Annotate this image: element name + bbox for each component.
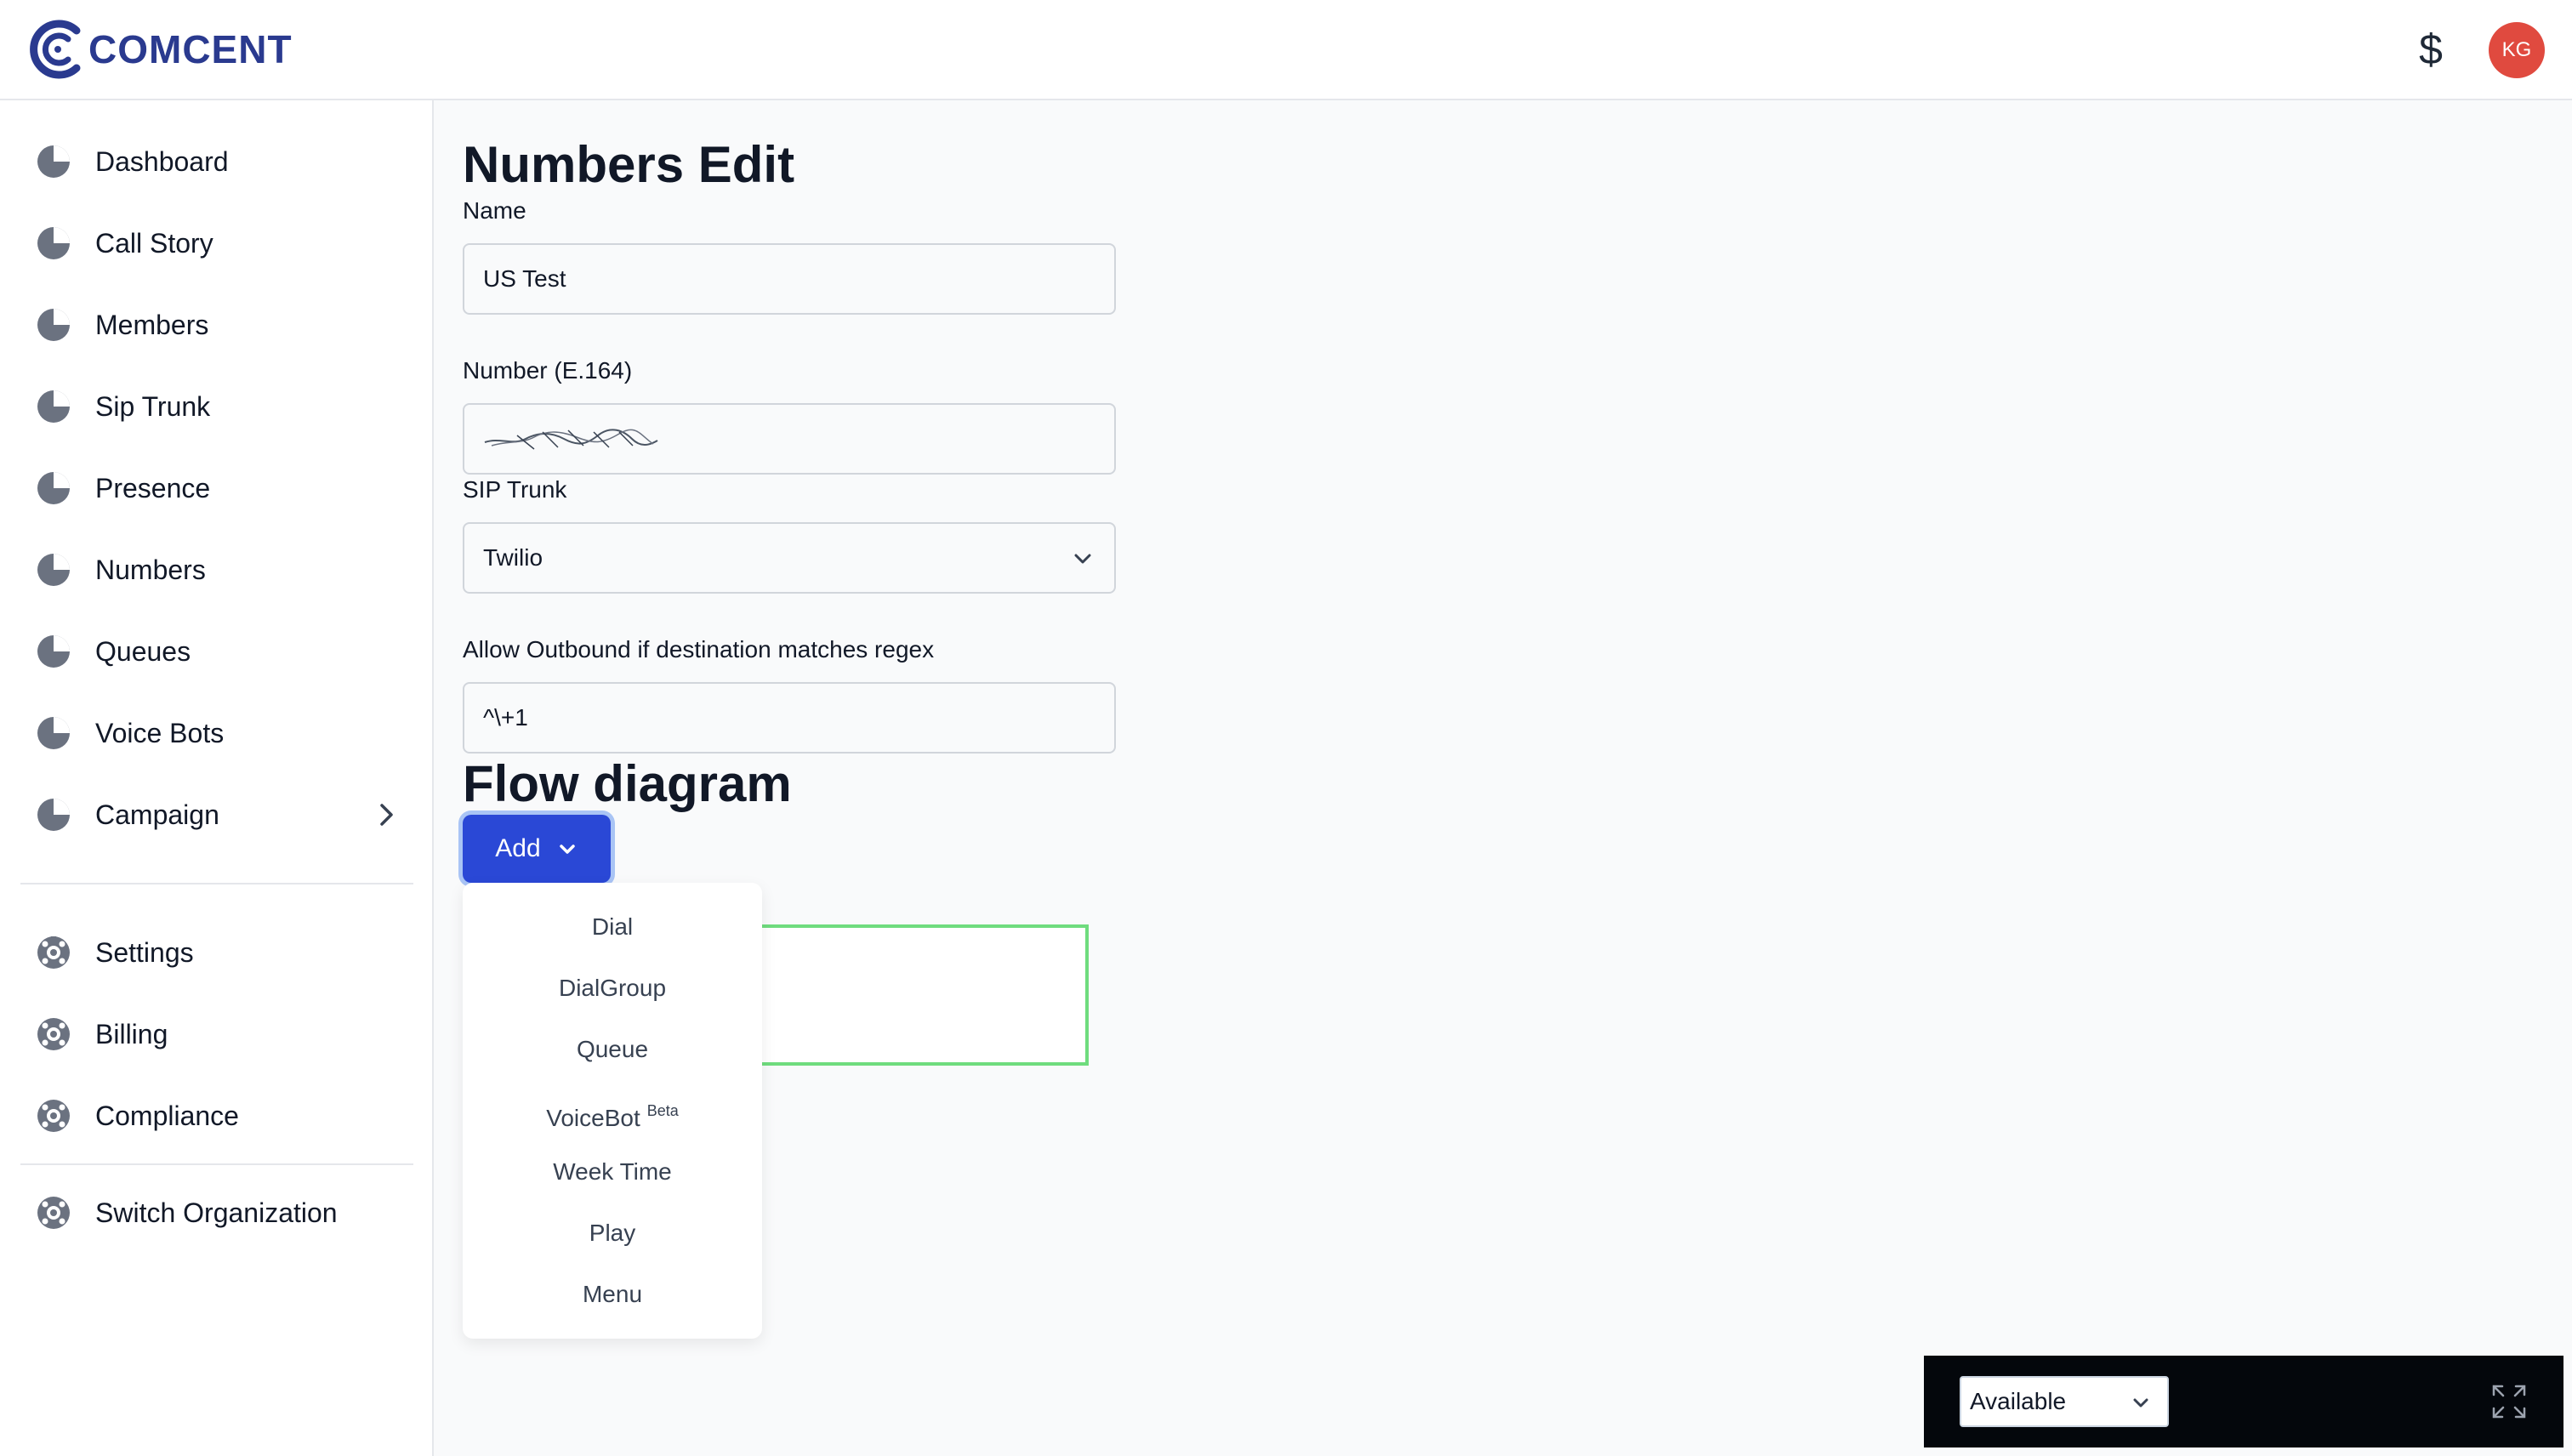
sidebar-item-campaign[interactable]: Campaign — [20, 781, 420, 849]
sidebar-item-voice-bots[interactable]: Voice Bots — [20, 699, 420, 767]
sidebar-divider — [20, 883, 413, 884]
sidebar-item-dashboard[interactable]: Dashboard — [20, 128, 420, 196]
sidebar-item-label: Members — [95, 309, 209, 340]
sidebar-item-label: Settings — [95, 936, 194, 968]
beta-badge: Beta — [646, 1102, 679, 1119]
redacted-number-scribble — [484, 429, 658, 450]
sidebar-item-label: Presence — [95, 472, 211, 503]
chevron-down-icon — [559, 845, 575, 854]
add-node-menu: Dial DialGroup Queue VoiceBot Beta Week T… — [463, 883, 762, 1339]
sidebar-item-sip-trunk[interactable]: Sip Trunk — [20, 373, 420, 441]
sidebar-divider — [20, 1163, 413, 1165]
lifebuoy-icon — [37, 1100, 70, 1132]
outbound-regex-field[interactable]: ^\+1 — [463, 682, 1116, 754]
page-title: Numbers Edit — [463, 136, 795, 193]
add-node-button[interactable]: Add — [463, 815, 611, 883]
sip-trunk-select[interactable]: Twilio — [463, 522, 1116, 594]
pie-chart-icon — [37, 390, 70, 423]
pie-chart-icon — [37, 799, 70, 831]
brand-logo[interactable]: COMCENT — [26, 19, 293, 80]
sidebar-item-label: Queues — [95, 635, 191, 667]
name-field[interactable]: US Test — [463, 243, 1116, 315]
number-field[interactable] — [463, 403, 1116, 475]
chevron-down-icon — [2133, 1398, 2148, 1408]
sidebar-item-label: Sip Trunk — [95, 390, 211, 422]
phone-widget-bar: Available — [1924, 1356, 2563, 1447]
chevron-right-icon[interactable] — [373, 801, 400, 828]
pie-chart-icon — [37, 635, 70, 668]
sip-trunk-label: SIP Trunk — [463, 476, 567, 503]
sidebar-item-label: Numbers — [95, 554, 206, 585]
pie-chart-icon — [37, 309, 70, 341]
lifebuoy-icon — [37, 936, 70, 969]
pie-chart-icon — [37, 717, 70, 749]
name-label: Name — [463, 197, 526, 224]
avatar[interactable]: KG — [2489, 22, 2545, 78]
flow-node[interactable] — [754, 924, 1089, 1066]
sidebar: Dashboard Call Story Members Sip Trunk P… — [0, 100, 434, 1456]
sidebar-item-switch-organization[interactable]: Switch Organization — [20, 1179, 420, 1247]
name-value: US Test — [483, 265, 566, 292]
pie-chart-icon — [37, 227, 70, 259]
agent-status-select[interactable]: Available — [1960, 1376, 2169, 1427]
menu-item-dialgroup[interactable]: DialGroup — [463, 958, 762, 1019]
sidebar-item-label: Campaign — [95, 799, 219, 830]
outbound-regex-value: ^\+1 — [483, 704, 528, 731]
pie-chart-icon — [37, 145, 70, 178]
sip-trunk-value: Twilio — [483, 544, 543, 571]
menu-item-label: Menu — [582, 1281, 643, 1307]
add-button-label: Add — [495, 834, 541, 862]
sidebar-item-presence[interactable]: Presence — [20, 454, 420, 522]
flow-diagram-title: Flow diagram — [463, 755, 792, 812]
dollar-icon[interactable]: $ — [2409, 22, 2453, 77]
sidebar-item-queues[interactable]: Queues — [20, 617, 420, 685]
brand-name: COMCENT — [88, 27, 293, 71]
menu-item-play[interactable]: Play — [463, 1203, 762, 1264]
menu-item-label: Queue — [576, 1036, 649, 1062]
top-bar: COMCENT $ KG — [0, 0, 2572, 100]
pie-chart-icon — [37, 472, 70, 504]
sidebar-item-label: Call Story — [95, 227, 213, 259]
sidebar-item-members[interactable]: Members — [20, 291, 420, 359]
menu-item-queue[interactable]: Queue — [463, 1019, 762, 1080]
sidebar-item-label: Billing — [95, 1018, 168, 1049]
sidebar-item-settings[interactable]: Settings — [20, 919, 420, 987]
lifebuoy-icon — [37, 1018, 70, 1050]
expand-icon[interactable] — [2490, 1383, 2528, 1420]
sidebar-item-label: Compliance — [95, 1100, 239, 1131]
pie-chart-icon — [37, 554, 70, 586]
sidebar-item-label: Switch Organization — [95, 1197, 338, 1228]
sidebar-item-numbers[interactable]: Numbers — [20, 536, 420, 604]
menu-item-label: Play — [589, 1220, 636, 1246]
sidebar-item-label: Dashboard — [95, 145, 229, 177]
menu-item-week-time[interactable]: Week Time — [463, 1141, 762, 1203]
menu-item-voicebot[interactable]: VoiceBot Beta — [463, 1080, 762, 1141]
menu-item-dial[interactable]: Dial — [463, 896, 762, 958]
sidebar-item-compliance[interactable]: Compliance — [20, 1082, 420, 1150]
chevron-down-icon — [1074, 554, 1091, 564]
menu-item-label: VoiceBot — [546, 1105, 640, 1131]
menu-item-label: DialGroup — [558, 975, 667, 1001]
lifebuoy-icon — [37, 1197, 70, 1229]
sidebar-item-label: Voice Bots — [95, 717, 225, 748]
sidebar-item-billing[interactable]: Billing — [20, 1000, 420, 1068]
menu-item-label: Dial — [591, 913, 634, 940]
sidebar-item-call-story[interactable]: Call Story — [20, 209, 420, 277]
number-label: Number (E.164) — [463, 357, 633, 384]
logo-mark-icon — [30, 20, 81, 79]
outbound-regex-label: Allow Outbound if destination matches re… — [463, 636, 935, 663]
menu-item-label: Week Time — [553, 1158, 672, 1185]
menu-item-menu[interactable]: Menu — [463, 1264, 762, 1325]
agent-status-value: Available — [1970, 1388, 2067, 1414]
